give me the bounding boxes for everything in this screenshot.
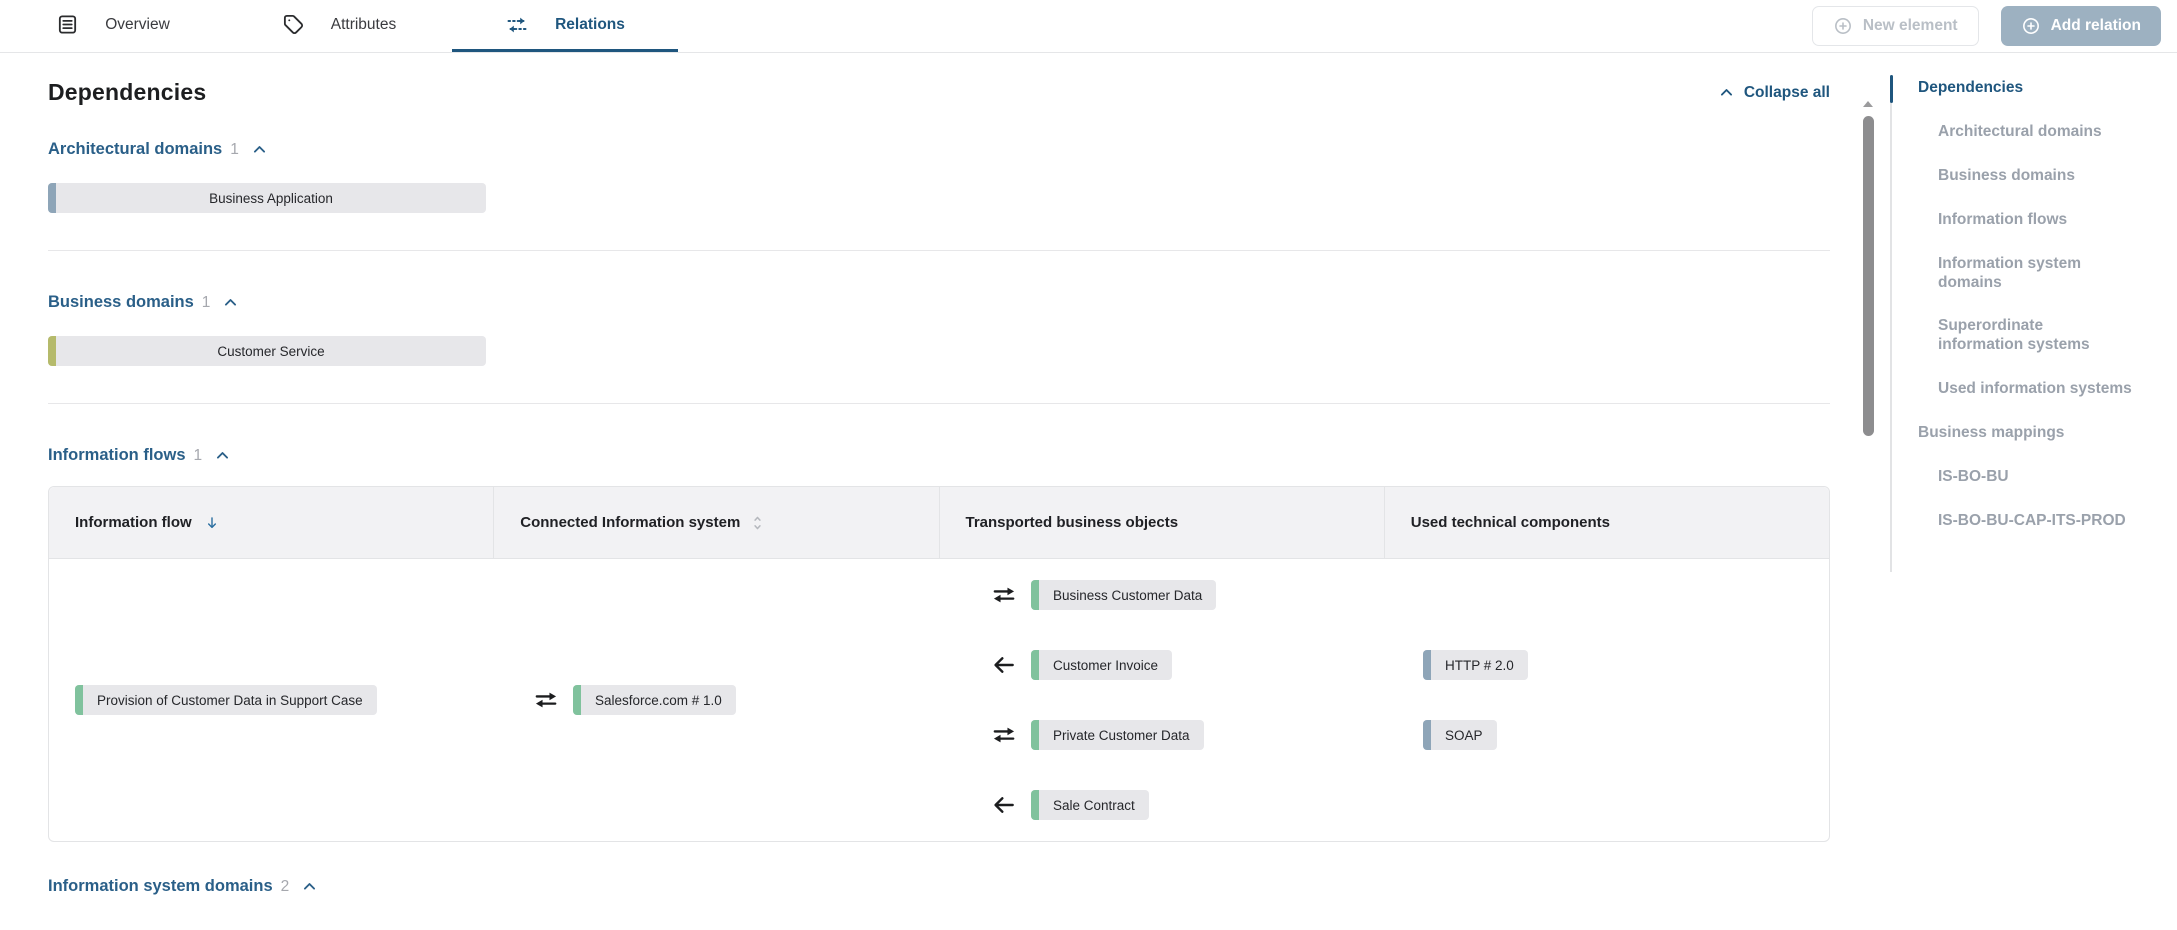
outline-item-business-mappings[interactable]: Business mappings (1892, 424, 2167, 443)
section-business-domains: Business domains 1 Customer Service (48, 293, 1830, 366)
chevron-up-icon[interactable] (301, 878, 318, 895)
section-title: Information system domains (48, 877, 273, 896)
page-title: Dependencies (48, 79, 206, 106)
document-lines-icon (56, 13, 79, 36)
outline-item-information-system-domains[interactable]: Information system domains (1892, 255, 2120, 293)
information-flow-chip[interactable]: Provision of Customer Data in Support Ca… (75, 685, 377, 715)
information-flows-table: Information flow Connected Information s… (48, 486, 1830, 842)
section-divider (48, 250, 1830, 251)
bidirectional-arrow-icon (991, 582, 1017, 608)
outline-item-superordinate-information-systems[interactable]: Superordinate information systems (1892, 317, 2120, 355)
chip-label: Business Customer Data (1053, 588, 1202, 603)
chip-label: Customer Service (217, 344, 324, 359)
column-header-information-flow[interactable]: Information flow (49, 487, 493, 558)
outline-nav: Dependencies Architectural domains Busin… (1890, 77, 2177, 572)
sort-descending-icon (204, 515, 220, 531)
business-object-chip[interactable]: Business Customer Data (1031, 580, 1216, 610)
section-information-system-domains: Information system domains 2 (48, 877, 1830, 896)
section-count: 1 (202, 294, 211, 312)
column-label: Transported business objects (966, 514, 1179, 531)
outline-item-is-bo-bu[interactable]: IS-BO-BU (1892, 468, 2167, 487)
chip-label: HTTP # 2.0 (1445, 658, 1514, 673)
swap-arrows-icon (505, 13, 529, 37)
section-divider (48, 403, 1830, 404)
section-count: 2 (281, 878, 290, 896)
section-architectural-domains: Architectural domains 1 Business Applica… (48, 140, 1830, 213)
new-element-label: New element (1863, 17, 1958, 35)
relations-content: Dependencies Collapse all Architectural … (0, 53, 1890, 930)
top-tab-bar: Overview Attributes (0, 0, 2177, 53)
outline-item-dependencies[interactable]: Dependencies (1892, 79, 2167, 98)
column-header-connected-information-system[interactable]: Connected Information system (493, 487, 938, 558)
column-header-transported-business-objects: Transported business objects (939, 487, 1384, 558)
column-label: Information flow (75, 514, 192, 531)
chip-label: Customer Invoice (1053, 658, 1158, 673)
chevron-up-icon[interactable] (214, 447, 231, 464)
bidirectional-arrow-icon (533, 687, 559, 713)
tab-attributes[interactable]: Attributes (226, 0, 452, 52)
section-title: Information flows (48, 446, 186, 465)
new-element-button[interactable]: New element (1812, 6, 1979, 46)
section-title: Business domains (48, 293, 194, 312)
section-information-flows: Information flows 1 Information flow Con… (48, 446, 1830, 842)
plus-circle-icon (1833, 16, 1853, 36)
chevron-up-icon[interactable] (251, 141, 268, 158)
cell-used-technical-components: HTTP # 2.0 SOAP (1397, 559, 1829, 841)
tab-overview[interactable]: Overview (0, 0, 226, 52)
chip-label: Provision of Customer Data in Support Ca… (97, 693, 363, 708)
column-label: Connected Information system (520, 514, 740, 531)
chip-label: Business Application (209, 191, 333, 206)
outline-item-architectural-domains[interactable]: Architectural domains (1892, 123, 2167, 142)
section-count: 1 (194, 447, 203, 465)
left-arrow-icon (991, 652, 1017, 678)
chip-label: SOAP (1445, 728, 1483, 743)
tabs: Overview Attributes (0, 0, 678, 52)
technical-component-chip[interactable]: HTTP # 2.0 (1423, 650, 1528, 680)
plus-circle-icon (2021, 16, 2041, 36)
sort-unsorted-icon (752, 515, 763, 531)
chip-label: Sale Contract (1053, 798, 1135, 813)
tab-label: Overview (105, 16, 170, 34)
technical-component-chip[interactable]: SOAP (1423, 720, 1497, 750)
section-count: 1 (230, 141, 239, 159)
left-arrow-icon (991, 792, 1017, 818)
collapse-all-label: Collapse all (1744, 84, 1830, 102)
table-row: Provision of Customer Data in Support Ca… (49, 559, 1829, 841)
business-object-chip[interactable]: Sale Contract (1031, 790, 1149, 820)
outline-item-is-bo-bu-cap-its-prod[interactable]: IS-BO-BU-CAP-ITS-PROD (1892, 512, 2167, 531)
connected-system-chip[interactable]: Salesforce.com # 1.0 (573, 685, 736, 715)
topbar-actions: New element Add relation (1812, 0, 2177, 52)
column-header-used-technical-components: Used technical components (1384, 487, 1829, 558)
outline-item-business-domains[interactable]: Business domains (1892, 167, 2167, 186)
chip-label: Salesforce.com # 1.0 (595, 693, 722, 708)
scroll-up-arrow[interactable] (1863, 101, 1873, 107)
tab-relations[interactable]: Relations (452, 0, 678, 52)
bidirectional-arrow-icon (991, 722, 1017, 748)
chip-label: Private Customer Data (1053, 728, 1190, 743)
outline-item-used-information-systems[interactable]: Used information systems (1892, 380, 2167, 399)
chevron-up-icon[interactable] (222, 294, 239, 311)
tab-label: Relations (555, 16, 625, 34)
add-relation-button[interactable]: Add relation (2001, 6, 2161, 46)
collapse-all-button[interactable]: Collapse all (1718, 84, 1830, 102)
table-header-row: Information flow Connected Information s… (49, 487, 1829, 559)
cell-information-flow: Provision of Customer Data in Support Ca… (49, 559, 507, 841)
add-relation-label: Add relation (2051, 17, 2141, 35)
relations-outline-sidebar: Dependencies Architectural domains Busin… (1890, 53, 2177, 930)
business-object-chip[interactable]: Private Customer Data (1031, 720, 1204, 750)
section-title: Architectural domains (48, 140, 222, 159)
element-chip[interactable]: Business Application (48, 183, 486, 213)
content-scrollbar (1862, 101, 1874, 436)
tab-label: Attributes (331, 16, 396, 34)
cell-connected-information-system: Salesforce.com # 1.0 (507, 559, 965, 841)
business-object-chip[interactable]: Customer Invoice (1031, 650, 1172, 680)
column-label: Used technical components (1411, 514, 1610, 531)
chevron-up-icon (1718, 84, 1735, 101)
tag-icon (282, 13, 305, 36)
element-chip[interactable]: Customer Service (48, 336, 486, 366)
scrollbar-thumb[interactable] (1863, 116, 1874, 436)
outline-item-information-flows[interactable]: Information flows (1892, 211, 2167, 230)
cell-transported-business-objects: Business Customer Data Customer Invoice (965, 559, 1397, 841)
